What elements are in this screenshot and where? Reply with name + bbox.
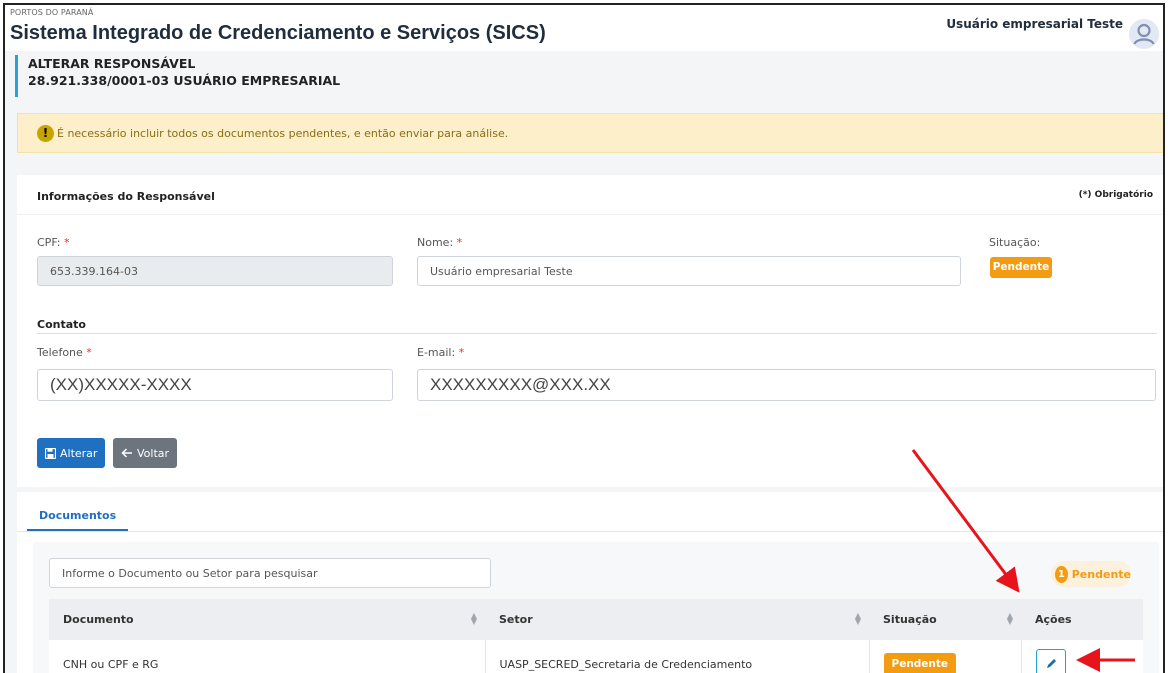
sort-icon[interactable]: ▲ ▼	[1007, 612, 1013, 626]
required-asterisk: *	[456, 236, 463, 249]
edit-button[interactable]	[1035, 648, 1066, 673]
sort-icon[interactable]: ▲ ▼	[855, 612, 861, 626]
situacao-label: Situação:	[989, 236, 1041, 249]
page-heading: ALTERAR RESPONSÁVEL 28.921.338/0001-03 U…	[15, 55, 340, 97]
documentos-card: Documentos Informe o Documento ou Setor …	[17, 492, 1163, 673]
sort-icon[interactable]: ▲ ▼	[471, 612, 477, 626]
email-field[interactable]: XXXXXXXXX@XXX.XX	[417, 369, 1156, 401]
user-name[interactable]: Usuário empresarial Teste	[946, 17, 1123, 31]
email-label-text: E-mail:	[417, 346, 456, 359]
nome-label: Nome: *	[417, 236, 462, 249]
pending-label: Pendente	[1071, 567, 1131, 581]
warning-icon: !	[37, 125, 54, 142]
column-label: Ações	[1035, 613, 1072, 626]
alterar-button-label: Alterar	[60, 446, 98, 460]
pending-count: 1	[1055, 565, 1068, 583]
app-title: Sistema Integrado de Credenciamento e Se…	[10, 22, 546, 44]
top-header: PORTOS DO PARANÁ Sistema Integrado de Cr…	[5, 5, 1163, 51]
pending-count-pill: 1 Pendente	[1051, 561, 1131, 587]
acoes-cell	[1021, 640, 1143, 673]
app-window: PORTOS DO PARANÁ Sistema Integrado de Cr…	[3, 3, 1165, 673]
column-label: Documento	[63, 613, 134, 626]
setor-cell: UASP_SECRED_Secretaria de Credenciamento	[485, 640, 870, 673]
column-header-documento[interactable]: Documento ▲ ▼	[49, 599, 485, 640]
email-value: XXXXXXXXX@XXX.XX	[430, 375, 611, 394]
cpf-field: 653.339.164-03	[37, 256, 393, 286]
column-header-acoes: Ações	[1021, 599, 1143, 640]
responsavel-title: Informações do Responsável	[37, 190, 215, 203]
alert-text: É necessário incluir todos os documentos…	[57, 127, 509, 140]
voltar-button[interactable]: Voltar	[113, 438, 178, 468]
status-badge: Pendente	[883, 653, 957, 673]
situacao-cell: Pendente	[869, 640, 1022, 673]
arrow-left-icon	[121, 448, 132, 458]
contato-divider	[37, 333, 1157, 334]
table-row: CNH ou CPF e RG UASP_SECRED_Secretaria d…	[49, 640, 1143, 673]
cpf-label: CPF: *	[37, 236, 70, 249]
required-asterisk: *	[458, 346, 465, 359]
tab-documentos[interactable]: Documentos	[27, 505, 129, 531]
required-asterisk: *	[64, 236, 70, 249]
alterar-button[interactable]: Alterar	[37, 438, 106, 468]
responsavel-card: Informações do Responsável (*) Obrigatór…	[17, 175, 1163, 487]
search-placeholder: Informe o Documento ou Setor para pesqui…	[62, 566, 318, 580]
documento-cell: CNH ou CPF e RG	[49, 640, 486, 673]
pencil-icon	[1046, 658, 1056, 668]
telefone-field[interactable]: (XX)XXXXX-XXXX	[37, 369, 393, 401]
voltar-button-label: Voltar	[137, 446, 170, 460]
user-avatar-icon[interactable]	[1129, 19, 1159, 49]
warning-alert: ! É necessário incluir todos os document…	[17, 113, 1163, 153]
nome-label-text: Nome:	[417, 236, 454, 249]
documentos-search-input[interactable]: Informe o Documento ou Setor para pesqui…	[49, 558, 491, 588]
cpf-label-text: CPF:	[37, 236, 61, 249]
org-name: PORTOS DO PARANÁ	[10, 8, 94, 17]
nome-field[interactable]: Usuário empresarial Teste	[417, 256, 961, 286]
save-icon	[45, 447, 56, 459]
tab-divider	[17, 531, 1163, 532]
nome-value: Usuário empresarial Teste	[430, 264, 573, 278]
column-header-setor[interactable]: Setor ▲ ▼	[485, 599, 869, 640]
column-header-situacao[interactable]: Situação ▲ ▼	[869, 599, 1021, 640]
column-label: Situação	[883, 613, 937, 626]
documentos-table: Documento ▲ ▼ Setor ▲ ▼ Situação ▲ ▼ Ações CNH…	[49, 599, 1143, 673]
page-title: ALTERAR RESPONSÁVEL	[28, 56, 196, 71]
situacao-status-badge: Pendente	[990, 257, 1052, 278]
contato-title: Contato	[37, 318, 86, 331]
page-subtitle: 28.921.338/0001-03 USUÁRIO EMPRESARIAL	[28, 73, 341, 88]
table-header-row: Documento ▲ ▼ Setor ▲ ▼ Situação ▲ ▼ Ações	[49, 599, 1143, 640]
email-label: E-mail: *	[417, 346, 464, 359]
required-asterisk: *	[86, 346, 92, 359]
column-label: Setor	[499, 613, 533, 626]
required-note: (*) Obrigatório	[1078, 190, 1153, 200]
responsavel-card-header: Informações do Responsável (*) Obrigatór…	[17, 175, 1163, 215]
telefone-label: Telefone *	[37, 346, 92, 359]
telefone-value: (XX)XXXXX-XXXX	[50, 375, 192, 394]
cpf-value: 653.339.164-03	[50, 264, 138, 278]
documentos-panel: Informe o Documento ou Setor para pesqui…	[33, 542, 1159, 673]
telefone-label-text: Telefone	[37, 346, 83, 359]
